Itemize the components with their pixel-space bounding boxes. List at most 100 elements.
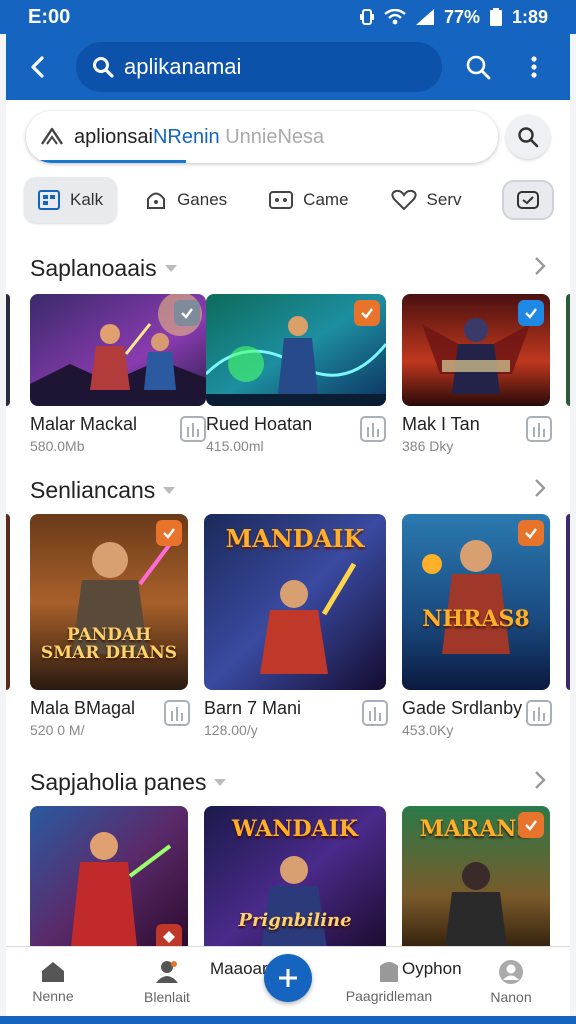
- nav-label: Blenlait: [144, 988, 190, 1005]
- chevron-right-icon[interactable]: [534, 477, 546, 504]
- nav-top-label-2: Oyphon: [402, 959, 462, 978]
- chip-ganes[interactable]: Ganes: [131, 177, 241, 223]
- nav-label: Nanon: [490, 988, 532, 1005]
- download-icon[interactable]: [362, 700, 388, 726]
- section-header[interactable]: Saplanoaais: [6, 248, 570, 288]
- more-vert-icon: [531, 56, 537, 78]
- search-icon: [518, 127, 539, 148]
- badge-icon: [156, 924, 182, 946]
- chip-kalk[interactable]: Kalk: [24, 177, 118, 223]
- search-progress: [26, 160, 186, 163]
- badge-icon: [354, 300, 380, 326]
- badge-icon: [518, 520, 544, 546]
- card-info: Malar Mackal 580.0Mb: [30, 414, 206, 454]
- chevron-right-icon[interactable]: [534, 769, 546, 796]
- dropdown-caret-icon: [164, 264, 177, 272]
- section-header[interactable]: Sapjaholia panes: [6, 762, 570, 802]
- section-header[interactable]: Senliancans: [6, 470, 570, 510]
- chip-serv[interactable]: Serv: [377, 177, 476, 223]
- download-icon[interactable]: [526, 700, 552, 726]
- game-art-title: NHRAS8: [422, 606, 530, 632]
- dropdown-caret-icon: [163, 486, 176, 494]
- nav-item-account[interactable]: Nanon: [464, 959, 558, 1005]
- game-thumbnail: [206, 294, 386, 406]
- game-card[interactable]: Rued Hoatan 415.00ml: [206, 294, 386, 454]
- status-icons: 77% 1:89: [359, 7, 548, 28]
- card-info: Mak I Tan 386 Dky: [402, 414, 552, 454]
- section-1: Saplanoaais Malar Mackal 580.0Mb Rued Ho…: [6, 248, 570, 464]
- bottom-strip: [0, 1016, 576, 1024]
- chevron-right-icon[interactable]: [534, 255, 546, 282]
- game-card[interactable]: MARANS: [402, 806, 552, 946]
- category-chips: Kalk Ganes Came Serv: [24, 176, 554, 224]
- game-size: 386 Dky: [402, 438, 454, 454]
- chip-label: Came: [303, 190, 349, 209]
- game-title: Barn 7 Mani: [204, 698, 302, 718]
- download-icon[interactable]: [180, 416, 206, 442]
- battery-icon: [489, 8, 502, 26]
- game-title: Mala BMagal: [30, 698, 136, 718]
- appbar-search-field[interactable]: aplikanamai: [76, 42, 442, 92]
- game-card[interactable]: Mak I Tan 386 Dky: [402, 294, 552, 454]
- game-thumbnail: NHRAS8: [402, 514, 550, 690]
- add-button[interactable]: [264, 954, 312, 1002]
- edge-card: [566, 294, 570, 406]
- badge-icon: [156, 520, 182, 546]
- chip-filter-button[interactable]: [502, 180, 554, 220]
- game-card[interactable]: MANDAIK Barn 7 Mani 128.00/y: [204, 514, 388, 738]
- search-text-dark: aplionsai: [74, 125, 153, 148]
- wifi-icon: [384, 9, 406, 25]
- controller-icon: [147, 192, 166, 209]
- game-size: 520 0 M/: [30, 722, 85, 738]
- nav-label: Paagridleman: [345, 987, 433, 1004]
- chip-came[interactable]: Came: [255, 177, 362, 223]
- badge-icon: [518, 812, 544, 838]
- game-card[interactable]: WANDAIK Prignbiline: [204, 806, 388, 946]
- back-button[interactable]: [20, 49, 56, 85]
- game-size: 128.00/y: [204, 722, 258, 738]
- plus-icon: [279, 969, 297, 987]
- nav-item-person[interactable]: Blenlait: [120, 959, 214, 1005]
- search-button[interactable]: [458, 47, 498, 87]
- grid-icon: [38, 190, 60, 210]
- section-2: Senliancans PANDAH SMAR DHANS Mala BMaga…: [6, 470, 570, 750]
- search-icon: [466, 55, 491, 80]
- download-icon[interactable]: [360, 416, 386, 442]
- gamepad-icon: [269, 191, 294, 209]
- game-thumbnail: [402, 294, 550, 406]
- game-card[interactable]: Malar Mackal 580.0Mb: [30, 294, 206, 454]
- nav-top-label-1: Maaoar: [210, 959, 268, 978]
- game-card[interactable]: [30, 806, 190, 946]
- main-content: aplionsaiNRenin UnnieNesa Kalk Ganes Cam…: [6, 100, 570, 946]
- search-submit-button[interactable]: [506, 115, 550, 159]
- back-arrow-icon: [31, 56, 44, 78]
- app-bar: aplikanamai: [6, 34, 570, 100]
- status-time: E:00: [28, 5, 71, 28]
- chip-label: Serv: [426, 190, 462, 209]
- game-card[interactable]: NHRAS8 Gade Srdlanby 453.0Ky: [402, 514, 552, 738]
- dropdown-caret-icon: [214, 778, 227, 786]
- search-input[interactable]: aplionsaiNRenin UnnieNesa: [26, 111, 499, 163]
- game-card[interactable]: PANDAH SMAR DHANS Mala BMagal 520 0 M/: [30, 514, 190, 738]
- overflow-menu-button[interactable]: [514, 47, 554, 87]
- game-art-title: WANDAIK: [231, 816, 359, 842]
- game-title: Rued Hoatan: [206, 414, 313, 434]
- heart-icon: [390, 189, 417, 211]
- game-thumbnail: [30, 294, 206, 406]
- game-art-subtitle: Prignbiline: [238, 910, 352, 931]
- game-thumbnail: MANDAIK: [204, 514, 386, 690]
- nav-item-home[interactable]: Nenne: [6, 960, 100, 1004]
- check-circle-icon: [517, 191, 539, 209]
- appbar-search-text: aplikanamai: [124, 54, 242, 79]
- section-title: Saplanoaais: [30, 254, 157, 281]
- card-info: Mala BMagal 520 0 M/: [30, 698, 190, 738]
- section-3: Sapjaholia panes WANDAIK Prignbiline MAR…: [6, 762, 570, 946]
- card-info: Rued Hoatan 415.00ml: [206, 414, 386, 454]
- badge-icon: [518, 300, 544, 326]
- search-text-light: UnnieNesa: [225, 125, 325, 148]
- game-size: 453.0Ky: [402, 722, 454, 738]
- game-art-title: PANDAH SMAR DHANS: [40, 625, 178, 663]
- download-icon[interactable]: [526, 416, 552, 442]
- card-info: Gade Srdlanby 453.0Ky: [402, 698, 552, 738]
- download-icon[interactable]: [164, 700, 190, 726]
